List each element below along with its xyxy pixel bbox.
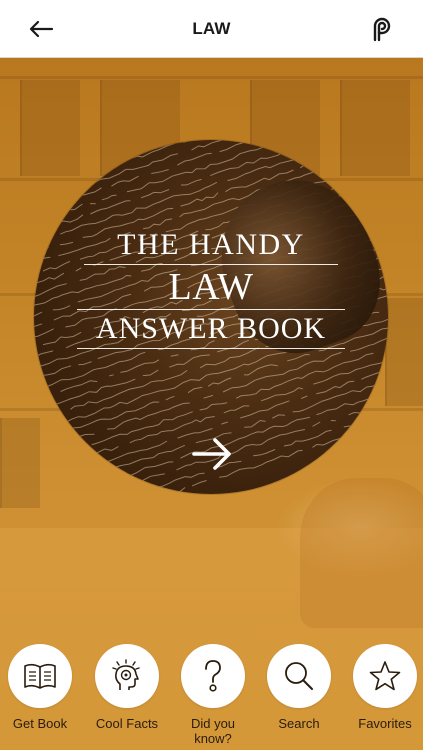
book-title: THE HANDY LAW ANSWER BOOK — [34, 228, 388, 351]
title-rule — [84, 264, 338, 265]
back-button[interactable] — [26, 16, 56, 42]
nav-favorites[interactable]: Favorites — [343, 644, 423, 731]
nav-label: Did you know? — [190, 716, 236, 746]
head-lightbulb-icon — [112, 659, 140, 690]
page-title: LAW — [192, 18, 231, 38]
shelf-line — [0, 76, 423, 79]
bottom-nav: Get Book Cool Facts Did you know? Search… — [0, 644, 423, 750]
gavel-block — [300, 478, 423, 628]
question-icon — [205, 660, 221, 692]
nav-icon-circle[interactable] — [353, 644, 417, 708]
nav-icon-circle[interactable] — [95, 644, 159, 708]
nav-label: Cool Facts — [95, 716, 159, 731]
nav-label: Favorites — [358, 716, 412, 731]
nav-icon-circle[interactable] — [8, 644, 72, 708]
arrow-right-icon — [192, 438, 231, 470]
nav-label: Search — [278, 716, 320, 731]
nav-icon-circle[interactable] — [267, 644, 331, 708]
app-logo-button[interactable] — [367, 14, 397, 44]
book-title-line3: ANSWER BOOK — [95, 312, 327, 345]
top-bar: LAW — [0, 0, 423, 58]
open-book-button[interactable] — [190, 432, 234, 476]
nav-icon-circle[interactable] — [181, 644, 245, 708]
book-title-line1: THE HANDY — [117, 228, 305, 261]
book-cover-circle[interactable]: THE HANDY LAW ANSWER BOOK — [34, 140, 388, 494]
book-icon — [24, 663, 56, 689]
nav-did-you-know[interactable]: Did you know? — [171, 644, 255, 746]
nav-get-book[interactable]: Get Book — [0, 644, 82, 731]
shelf-books — [385, 298, 423, 406]
nav-search[interactable]: Search — [257, 644, 341, 731]
title-rule — [77, 309, 345, 310]
handwriting-stroke — [34, 140, 388, 190]
book-title-line2: LAW — [168, 266, 254, 308]
arrow-left-icon — [29, 20, 54, 38]
nav-cool-facts[interactable]: Cool Facts — [85, 644, 169, 731]
title-rule — [77, 348, 345, 349]
search-icon — [285, 662, 313, 690]
nav-label: Get Book — [12, 716, 68, 731]
star-icon — [369, 661, 401, 691]
app-logo-icon — [373, 17, 391, 42]
